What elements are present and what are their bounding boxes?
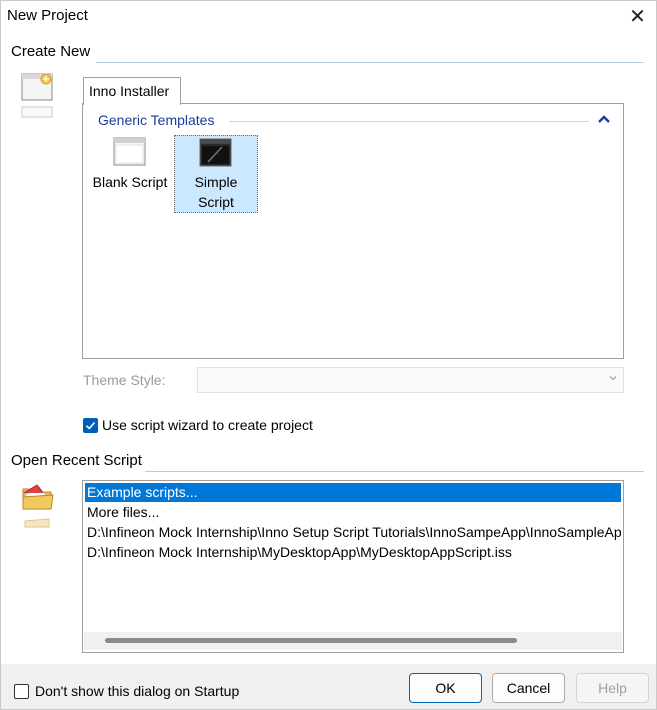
template-simple-script[interactable]: Simple Script — [174, 135, 258, 213]
close-button[interactable]: ✕ — [619, 1, 656, 31]
horizontal-scrollbar[interactable] — [84, 632, 622, 650]
create-new-label: Create New — [11, 43, 91, 60]
recent-item-file[interactable]: D:\Infineon Mock Internship\MyDesktopApp… — [85, 543, 621, 562]
help-button[interactable]: Help — [576, 673, 649, 703]
theme-style-select[interactable] — [197, 367, 624, 393]
template-label-line2: Script — [198, 194, 234, 210]
open-recent-label: Open Recent Script — [11, 452, 142, 469]
create-new-icon — [21, 73, 55, 122]
simple-script-icon — [199, 138, 232, 173]
checkmark-icon — [85, 422, 96, 430]
group-divider — [229, 121, 589, 122]
window-title: New Project — [7, 7, 88, 24]
cancel-button[interactable]: Cancel — [492, 673, 565, 703]
open-recent-divider — [145, 471, 644, 472]
dialog-footer: Don't show this dialog on Startup OK Can… — [1, 664, 656, 709]
scrollbar-thumb[interactable] — [105, 638, 517, 643]
tab-inno-installer[interactable]: Inno Installer — [83, 77, 181, 105]
theme-style-label: Theme Style: — [83, 372, 166, 388]
tab-label: Inno Installer — [89, 83, 170, 99]
chevron-up-icon — [598, 115, 610, 123]
template-label-line1: Simple — [194, 174, 238, 190]
use-wizard-checkbox-row[interactable]: Use script wizard to create project — [83, 417, 343, 435]
dont-show-checkbox[interactable] — [14, 684, 29, 699]
template-label: Blank Script — [92, 174, 168, 190]
template-blank-script[interactable]: Blank Script — [89, 135, 171, 195]
chevron-down-icon — [609, 376, 617, 381]
open-folder-icon — [21, 481, 55, 532]
close-icon: ✕ — [629, 5, 646, 28]
recent-item-file[interactable]: D:\Infineon Mock Internship\Inno Setup S… — [85, 523, 621, 542]
use-wizard-label: Use script wizard to create project — [102, 417, 313, 433]
recent-scripts-list[interactable]: Example scripts... More files... D:\Infi… — [82, 480, 624, 653]
collapse-group-button[interactable] — [597, 112, 611, 126]
create-new-divider — [96, 62, 644, 63]
ok-button[interactable]: OK — [409, 673, 482, 703]
title-bar: New Project ✕ — [1, 1, 656, 33]
dont-show-checkbox-row[interactable]: Don't show this dialog on Startup — [14, 683, 274, 701]
use-wizard-checkbox[interactable] — [83, 418, 98, 433]
dont-show-label: Don't show this dialog on Startup — [35, 683, 240, 699]
generic-templates-title: Generic Templates — [98, 112, 215, 128]
recent-item-example-scripts[interactable]: Example scripts... — [85, 483, 621, 502]
new-project-dialog: New Project ✕ Create New Inno Installer … — [0, 0, 657, 710]
recent-item-more-files[interactable]: More files... — [85, 503, 621, 522]
blank-script-icon — [113, 137, 146, 172]
